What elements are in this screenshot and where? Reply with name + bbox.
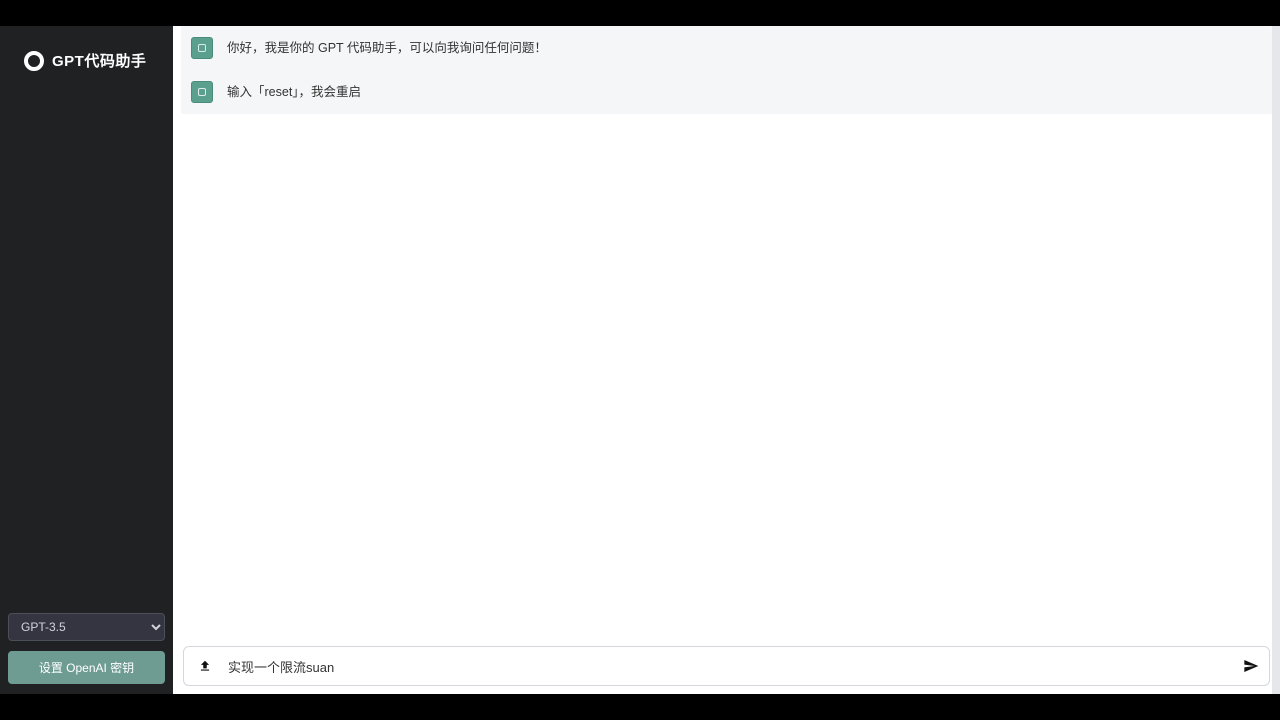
input-bar bbox=[183, 646, 1270, 686]
empty-area bbox=[181, 114, 1272, 646]
logo-icon bbox=[24, 51, 44, 71]
brand: GPT代码助手 bbox=[8, 50, 165, 71]
message-text: 你好，我是你的 GPT 代码助手，可以向我询问任何问题！ bbox=[227, 37, 547, 58]
upload-button[interactable] bbox=[194, 655, 216, 677]
message-list: 你好，我是你的 GPT 代码助手，可以向我询问任何问题！ 输入「reset」，我… bbox=[181, 26, 1272, 114]
assistant-avatar bbox=[191, 37, 213, 59]
main-layout: GPT代码助手 GPT-3.5 设置 OpenAI 密钥 你好，我是你的 GPT… bbox=[0, 26, 1280, 694]
brand-title: GPT代码助手 bbox=[52, 50, 146, 71]
scrollbar[interactable] bbox=[1272, 26, 1280, 694]
message-text: 输入「reset」，我会重启 bbox=[227, 81, 361, 102]
upload-icon bbox=[198, 659, 212, 673]
message-row: 你好，我是你的 GPT 代码助手，可以向我询问任何问题！ bbox=[181, 26, 1272, 70]
window-titlebar bbox=[0, 0, 1280, 26]
sidebar: GPT代码助手 GPT-3.5 设置 OpenAI 密钥 bbox=[0, 26, 173, 694]
message-input[interactable] bbox=[228, 659, 1227, 674]
send-button[interactable] bbox=[1239, 654, 1263, 678]
assistant-avatar bbox=[191, 81, 213, 103]
message-row: 输入「reset」，我会重启 bbox=[181, 70, 1272, 114]
chat-panel: 你好，我是你的 GPT 代码助手，可以向我询问任何问题！ 输入「reset」，我… bbox=[173, 26, 1280, 694]
model-select[interactable]: GPT-3.5 bbox=[8, 613, 165, 641]
send-icon bbox=[1243, 658, 1259, 674]
settings-button[interactable]: 设置 OpenAI 密钥 bbox=[8, 651, 165, 684]
window-bottombar bbox=[0, 694, 1280, 720]
